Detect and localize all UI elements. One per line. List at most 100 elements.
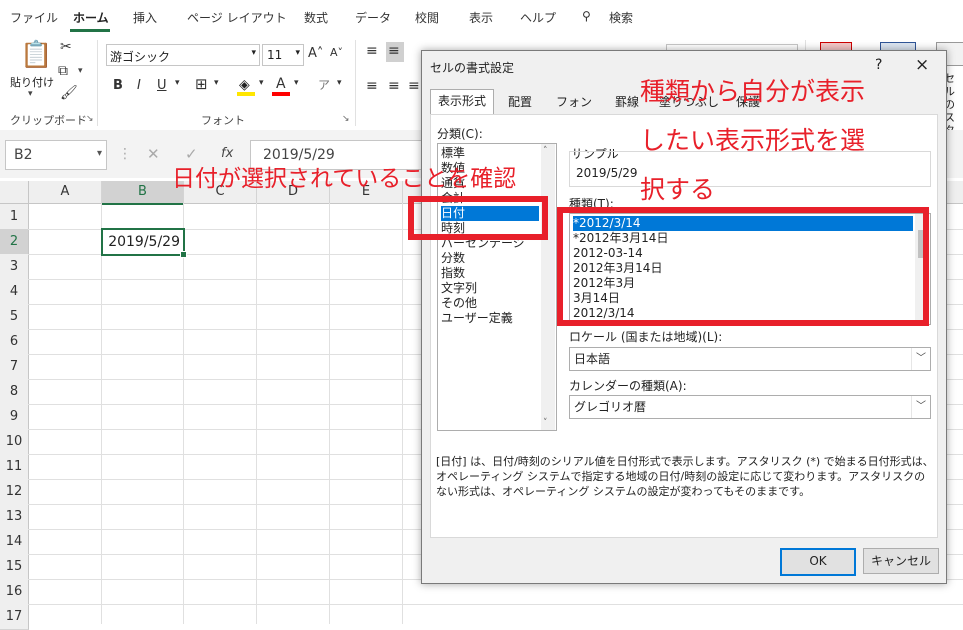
chevron-down-icon[interactable]: ▾ [337, 79, 342, 88]
cancel-entry-icon[interactable]: ✕ [147, 145, 160, 163]
align-top-icon[interactable]: ≡ [366, 44, 378, 58]
paste-button-label[interactable]: 貼り付け [10, 74, 54, 90]
row-header[interactable]: 4 [0, 279, 29, 305]
chevron-down-icon[interactable]: ▾ [175, 79, 180, 88]
tab-alignment[interactable]: 配置 [502, 91, 538, 113]
locale-select[interactable]: 日本語 ﹀ [569, 347, 931, 371]
row-header[interactable]: 11 [0, 454, 29, 480]
tab-insert[interactable]: 挿入 [133, 9, 157, 26]
annotation-right-line3: 択する [640, 175, 716, 204]
search-icon[interactable]: ⚲ [582, 9, 591, 23]
row-header[interactable]: 1 [0, 204, 29, 230]
row-header[interactable]: 6 [0, 329, 29, 355]
calendar-select[interactable]: グレゴリオ暦 ﹀ [569, 395, 931, 419]
annotation-left: 日付が選択されていることを確認 [172, 166, 517, 192]
bold-button[interactable]: B [113, 79, 123, 92]
row-header[interactable]: 14 [0, 529, 29, 555]
chevron-down-icon[interactable]: ˅ [543, 418, 548, 428]
font-name-combo[interactable]: 游ゴシック ▾ [106, 44, 260, 66]
fill-color-icon[interactable]: ◈ [239, 77, 250, 93]
font-size-combo[interactable]: 11 ▾ [262, 44, 304, 66]
type-highlight-box [557, 207, 929, 326]
row-header[interactable]: 7 [0, 354, 29, 380]
gridline [256, 203, 257, 624]
row-header[interactable]: 9 [0, 404, 29, 430]
row-header[interactable]: 13 [0, 504, 29, 530]
underline-button[interactable]: U [157, 79, 167, 92]
list-item[interactable]: 分数 [441, 251, 465, 266]
shrink-font-button[interactable]: A˅ [330, 47, 343, 58]
tab-help[interactable]: ヘルプ [520, 9, 556, 26]
chevron-down-icon[interactable]: ﹀ [911, 396, 930, 418]
chevron-down-icon[interactable]: ﹀ [911, 348, 930, 370]
row-header[interactable]: 2 [0, 229, 29, 255]
list-item[interactable]: ユーザー定義 [441, 311, 513, 326]
list-item[interactable]: 指数 [441, 266, 465, 281]
column-header-a[interactable]: A [29, 181, 102, 204]
row-header[interactable]: 12 [0, 479, 29, 505]
align-middle-icon[interactable]: ≡ [388, 44, 400, 58]
tab-data[interactable]: データ [355, 9, 391, 26]
name-box-value: B2 [14, 147, 33, 163]
align-center-icon[interactable]: ≡ [388, 79, 400, 93]
tab-page-layout[interactable]: ページ レイアウト [187, 9, 287, 26]
select-all-corner[interactable] [0, 181, 29, 204]
chevron-down-icon[interactable]: ▾ [214, 79, 219, 88]
font-launcher-icon[interactable]: ↘ [342, 114, 350, 124]
row-header[interactable]: 16 [0, 579, 29, 605]
paste-dropdown-icon[interactable]: ▾ [28, 89, 33, 99]
tab-home[interactable]: ホーム [73, 9, 109, 26]
row-header[interactable]: 8 [0, 379, 29, 405]
grow-font-button[interactable]: A˄ [308, 47, 323, 60]
format-painter-icon[interactable]: 🖌 [60, 86, 78, 100]
gridline [28, 604, 963, 605]
ok-button[interactable]: OK [780, 548, 856, 576]
row-header[interactable]: 3 [0, 254, 29, 280]
paste-icon[interactable]: 📋 [20, 42, 52, 68]
annotation-right-line1: 種類から自分が表示 [640, 77, 866, 106]
row-header[interactable]: 17 [0, 604, 29, 630]
tab-border[interactable]: 罫線 [610, 91, 644, 113]
tab-number[interactable]: 表示形式 [430, 89, 494, 115]
copy-icon[interactable]: ⧉ [58, 64, 68, 78]
insert-function-button[interactable]: fx [221, 146, 233, 161]
row-header[interactable]: 5 [0, 304, 29, 330]
cell-b2[interactable]: 2019/5/29 [101, 228, 185, 256]
borders-icon[interactable]: ⊞ [195, 77, 208, 92]
chevron-down-icon: ▾ [295, 48, 300, 58]
help-button[interactable]: ? [875, 57, 882, 73]
category-scrollbar[interactable]: ˄ ˅ [541, 144, 555, 430]
align-left-icon[interactable]: ≡ [366, 79, 378, 93]
name-box[interactable]: B2 ▾ [5, 140, 107, 170]
sample-group: 2019/5/29 [569, 151, 931, 187]
cancel-button[interactable]: キャンセル [863, 548, 939, 574]
clipboard-launcher-icon[interactable]: ↘ [86, 114, 94, 124]
chevron-down-icon[interactable]: ▾ [294, 79, 299, 88]
close-button[interactable]: × [915, 55, 929, 75]
fill-handle[interactable] [180, 251, 187, 258]
confirm-entry-icon[interactable]: ✓ [185, 145, 198, 163]
active-tab-indicator [70, 29, 110, 32]
tab-font[interactable]: フォント [551, 91, 597, 131]
row-header[interactable]: 10 [0, 429, 29, 455]
list-item[interactable]: 文字列 [441, 281, 477, 296]
group-divider [355, 40, 356, 126]
copy-dropdown-icon[interactable]: ▾ [78, 66, 83, 76]
tab-view[interactable]: 表示 [469, 9, 493, 26]
list-item[interactable]: 標準 [441, 146, 465, 161]
list-item[interactable]: その他 [441, 296, 477, 311]
align-right-icon[interactable]: ≡ [408, 79, 420, 93]
chevron-up-icon[interactable]: ˄ [543, 146, 548, 156]
search-label[interactable]: 検索 [609, 9, 633, 26]
tab-file[interactable]: ファイル [10, 9, 58, 26]
row-header[interactable]: 15 [0, 554, 29, 580]
gridline [183, 203, 184, 624]
chevron-down-icon[interactable]: ▾ [259, 79, 264, 88]
dialog-title: セルの書式設定 [430, 61, 515, 75]
cut-icon[interactable]: ✂ [60, 40, 72, 54]
tab-review[interactable]: 校閲 [415, 9, 439, 26]
italic-button[interactable]: I [137, 79, 141, 92]
phonetic-icon[interactable]: ア [318, 79, 330, 91]
font-color-button[interactable]: A [276, 77, 286, 91]
tab-formulas[interactable]: 数式 [304, 9, 328, 26]
